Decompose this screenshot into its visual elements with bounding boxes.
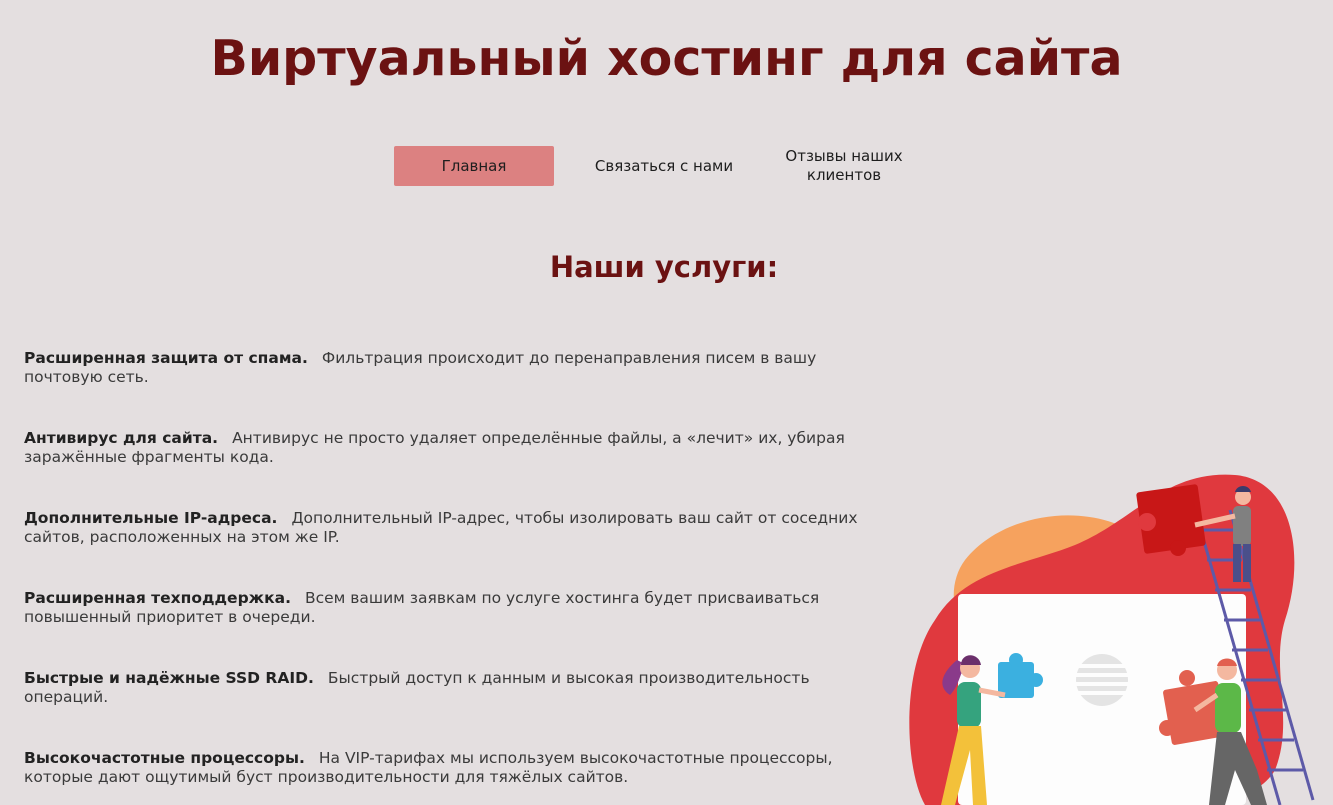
- nav-home[interactable]: Главная: [394, 146, 554, 186]
- page: Виртуальный хостинг для сайта Главная Св…: [0, 0, 1333, 805]
- service-item-ssd: Быстрые и надёжные SSD RAID. Быстрый дост…: [24, 669, 874, 749]
- puzzle-piece-red-icon: [1136, 484, 1206, 556]
- service-item-cpu: Высокочастотные процессоры. На VIP-тарифа…: [24, 749, 874, 805]
- service-item-support: Расширенная техподдержка. Всем вашим заяв…: [24, 589, 874, 669]
- service-item-antivirus: Антивирус для сайта. Антивирус не просто …: [24, 429, 874, 509]
- nav-reviews[interactable]: Отзывы наших клиентов: [774, 146, 914, 186]
- services-title: Наши услуги:: [549, 250, 779, 284]
- nav-contact[interactable]: Связаться с нами: [584, 146, 744, 186]
- main-nav: Главная Связаться с нами Отзывы наших кл…: [394, 146, 944, 186]
- teamwork-puzzle-illustration: [909, 474, 1315, 805]
- site-title: Виртуальный хостинг для сайта: [210, 30, 1123, 87]
- service-name: Расширенная техподдержка.: [24, 589, 291, 607]
- services-list: Расширенная защита от спама. Фильтрация п…: [24, 349, 874, 805]
- service-name: Высокочастотные процессоры.: [24, 749, 305, 767]
- service-name: Быстрые и надёжные SSD RAID.: [24, 669, 314, 687]
- service-name: Дополнительные IP-адреса.: [24, 509, 278, 527]
- service-name: Антивирус для сайта.: [24, 429, 219, 447]
- service-item-spam: Расширенная защита от спама. Фильтрация п…: [24, 349, 874, 429]
- service-name: Расширенная защита от спама.: [24, 349, 308, 367]
- service-item-ip: Дополнительные IP-адреса. Дополнительный …: [24, 509, 874, 589]
